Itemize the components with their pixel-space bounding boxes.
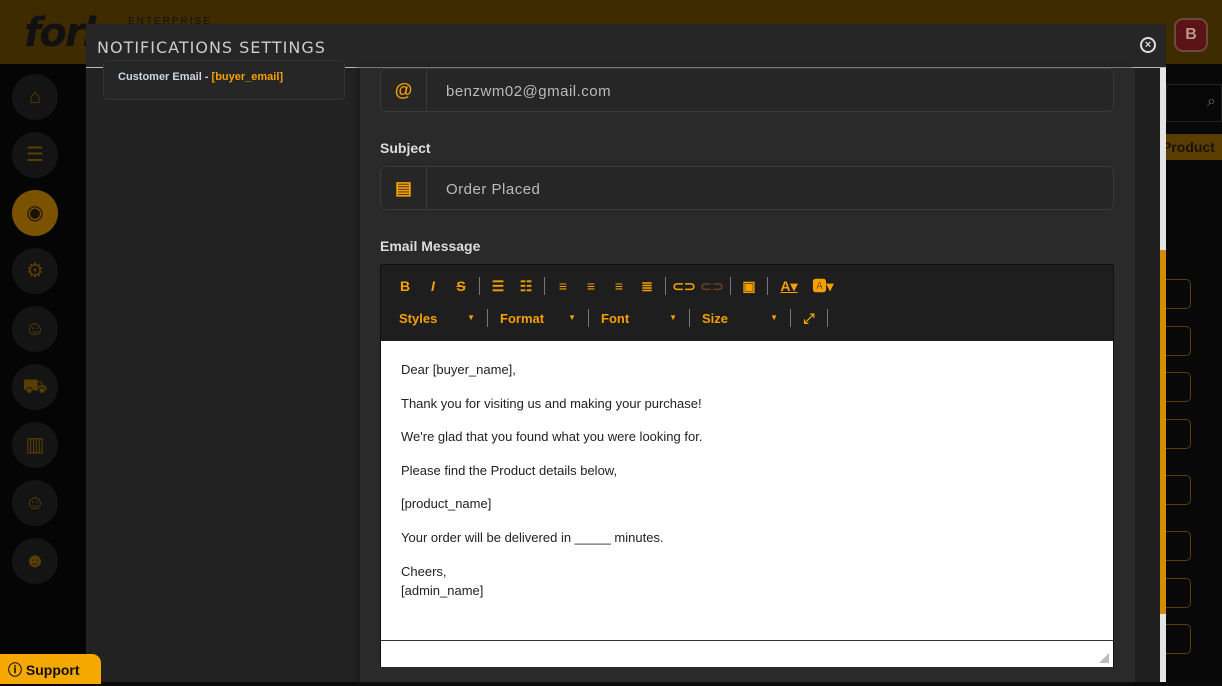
divider bbox=[487, 309, 488, 327]
subject-label: Subject bbox=[380, 140, 431, 156]
chevron-down-icon: ▼ bbox=[770, 312, 778, 322]
justify-icon[interactable]: ≣ bbox=[633, 278, 661, 295]
bg-field bbox=[1166, 326, 1191, 356]
user-check-icon[interactable]: ☺ bbox=[12, 480, 58, 526]
resize-handle[interactable] bbox=[1099, 653, 1109, 663]
maximize-icon[interactable]: ⤢ bbox=[795, 310, 823, 327]
item-label: Customer Email - bbox=[118, 71, 212, 83]
font-label: Font bbox=[601, 310, 630, 326]
support-label: Support bbox=[25, 662, 80, 678]
right-column bbox=[1135, 68, 1160, 682]
cart-icon[interactable]: ⛟ bbox=[12, 364, 58, 410]
format-label: Format bbox=[500, 310, 545, 326]
email-field[interactable]: @ benzwm02@gmail.com bbox=[380, 68, 1114, 112]
rich-text-editor: B I S ☰ ☷ ≡ ≡ ≡ ≣ ⊂⊃ ⊂⊃ ▣ A▾ 🅰▾ Styles ▼ … bbox=[380, 264, 1114, 667]
italic-icon[interactable]: I bbox=[419, 278, 447, 294]
bg-field bbox=[1166, 419, 1191, 449]
modal-title: NOTIFICATIONS SETTINGS bbox=[97, 38, 326, 57]
format-dropdown[interactable]: Format ▼ bbox=[492, 311, 584, 326]
bg-field bbox=[1166, 475, 1191, 505]
home-icon[interactable]: ⌂ bbox=[12, 74, 58, 120]
database-icon[interactable]: ◉ bbox=[12, 190, 58, 236]
background-color-icon[interactable]: 🅰▾ bbox=[806, 276, 840, 296]
editor-content[interactable]: Dear [buyer_name], Thank you for visitin… bbox=[381, 341, 1113, 641]
message-line: [admin_name] bbox=[401, 582, 484, 598]
divider bbox=[588, 309, 589, 327]
message-line: Thank you for visiting us and making you… bbox=[401, 395, 702, 411]
avatar[interactable]: B bbox=[1174, 18, 1208, 52]
scrollbar-thumb[interactable] bbox=[1160, 250, 1166, 614]
align-left-icon[interactable]: ≡ bbox=[549, 278, 577, 294]
notification-item[interactable]: Customer Email - [buyer_email] bbox=[103, 60, 345, 100]
bg-field bbox=[1166, 531, 1191, 561]
align-right-icon[interactable]: ≡ bbox=[605, 278, 633, 294]
divider bbox=[544, 277, 545, 295]
divider bbox=[827, 309, 828, 327]
bold-icon[interactable]: B bbox=[391, 278, 419, 294]
user-check-icon[interactable]: ☺ bbox=[12, 306, 58, 352]
styles-label: Styles bbox=[399, 310, 438, 326]
chevron-down-icon: ▼ bbox=[669, 312, 677, 322]
notifications-settings-modal: NOTIFICATIONS SETTINGS × Customer Email … bbox=[86, 24, 1166, 682]
divider bbox=[479, 277, 480, 295]
divider bbox=[689, 309, 690, 327]
scrollbar[interactable] bbox=[1160, 68, 1166, 682]
message-line: Cheers, bbox=[401, 563, 447, 579]
close-icon[interactable]: × bbox=[1140, 37, 1156, 53]
bg-field bbox=[1166, 372, 1191, 402]
email-value: benzwm02@gmail.com bbox=[446, 83, 612, 100]
search-icon[interactable]: ⌕ bbox=[1166, 84, 1222, 122]
message-line: We're glad that you found what you were … bbox=[401, 429, 703, 445]
message-line: Dear [buyer_name], bbox=[401, 362, 516, 377]
sidebar: ⌂ ☰ ◉ ⚙ ☺ ⛟ ▥ ☺ ☻ bbox=[0, 64, 86, 682]
styles-dropdown[interactable]: Styles ▼ bbox=[391, 311, 483, 326]
chart-icon[interactable]: ▥ bbox=[12, 422, 58, 468]
editor-toolbar: B I S ☰ ☷ ≡ ≡ ≡ ≣ ⊂⊃ ⊂⊃ ▣ A▾ 🅰▾ Styles ▼ … bbox=[381, 265, 1113, 341]
bg-field bbox=[1166, 624, 1191, 654]
strikethrough-icon[interactable]: S bbox=[447, 278, 475, 294]
notification-list: Customer Email - [buyer_email] bbox=[86, 60, 360, 682]
font-dropdown[interactable]: Font ▼ bbox=[593, 311, 685, 326]
message-line: [product_name] bbox=[401, 496, 492, 512]
divider bbox=[767, 277, 768, 295]
unlink-icon: ⊂⊃ bbox=[700, 277, 724, 294]
align-center-icon[interactable]: ≡ bbox=[577, 278, 605, 294]
editor-statusbar bbox=[381, 641, 1113, 667]
server-icon[interactable]: ☰ bbox=[12, 132, 58, 178]
help-icon: ⓘ bbox=[8, 662, 26, 678]
ordered-list-icon[interactable]: ☰ bbox=[484, 278, 512, 295]
size-label: Size bbox=[702, 310, 729, 326]
size-dropdown[interactable]: Size ▼ bbox=[694, 311, 786, 326]
image-icon[interactable]: ▣ bbox=[735, 278, 763, 295]
divider bbox=[665, 277, 666, 295]
document-icon: ▤ bbox=[381, 167, 427, 209]
text-color-icon[interactable]: A▾ bbox=[772, 278, 806, 295]
add-product-button[interactable]: Product bbox=[1160, 134, 1222, 160]
email-message-label: Email Message bbox=[380, 238, 481, 254]
gear-icon[interactable]: ⚙ bbox=[12, 248, 58, 294]
divider bbox=[730, 277, 731, 295]
item-variable: [buyer_email] bbox=[211, 71, 284, 83]
form-panel: @ benzwm02@gmail.com Subject ▤ Order Place… bbox=[360, 68, 1135, 682]
search-glyph: ⌕ bbox=[1207, 93, 1216, 110]
support-button[interactable]: ⓘ Support bbox=[0, 654, 101, 684]
message-line: Please find the Product details below, bbox=[401, 462, 618, 478]
chevron-down-icon: ▼ bbox=[467, 312, 475, 322]
message-line: Your order will be delivered in _____ mi… bbox=[401, 529, 664, 545]
link-icon[interactable]: ⊂⊃ bbox=[670, 278, 698, 295]
bg-field bbox=[1166, 279, 1191, 309]
users-icon[interactable]: ☻ bbox=[12, 538, 58, 584]
divider bbox=[790, 309, 791, 327]
subject-field[interactable]: ▤ Order Placed bbox=[380, 166, 1114, 210]
at-icon: @ bbox=[381, 69, 427, 111]
bullet-list-icon[interactable]: ☷ bbox=[512, 278, 540, 295]
chevron-down-icon: ▼ bbox=[568, 312, 576, 322]
bg-field bbox=[1166, 578, 1191, 608]
subject-value: Order Placed bbox=[446, 181, 541, 198]
